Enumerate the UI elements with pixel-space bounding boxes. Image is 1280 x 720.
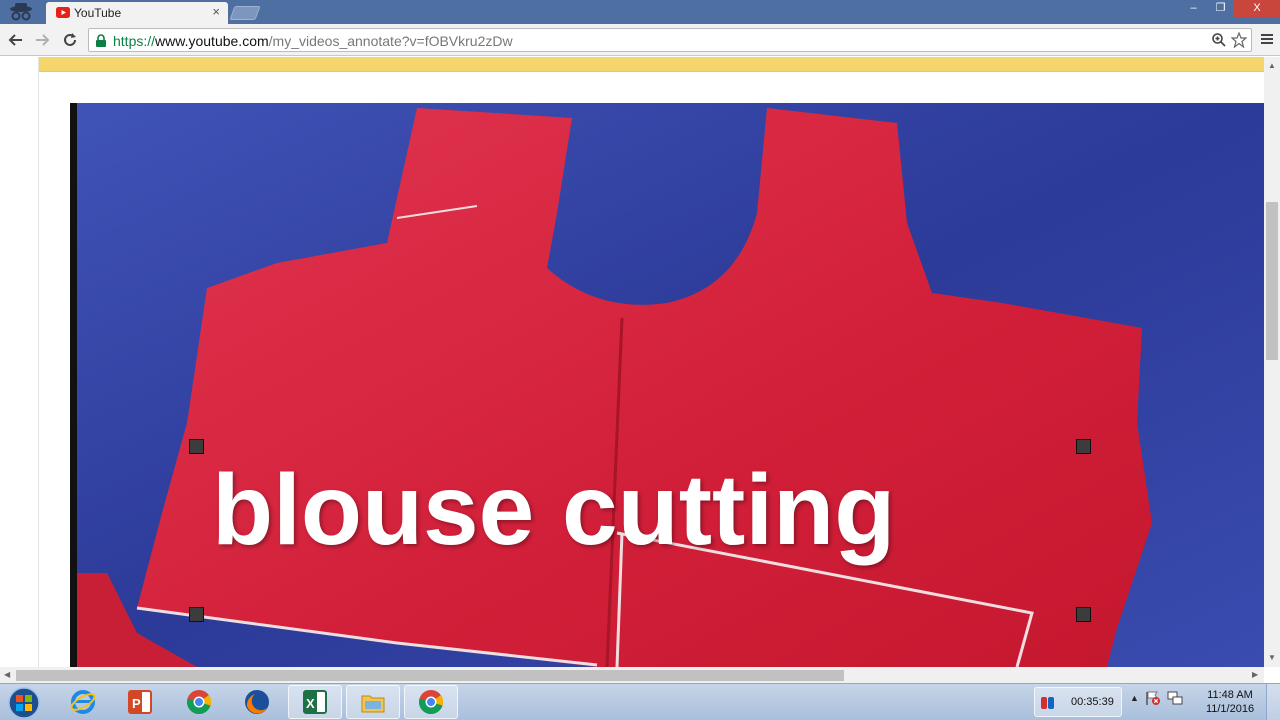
window-controls: – ❐ X	[1180, 0, 1280, 18]
internet-explorer-icon	[70, 690, 96, 714]
video-preview[interactable]: blouse cutting	[70, 103, 1264, 667]
flag-alert-icon[interactable]	[1145, 690, 1161, 706]
youtube-icon	[56, 7, 70, 18]
system-clock[interactable]: 11:48 AM 11/1/2016	[1200, 688, 1260, 716]
reload-button[interactable]	[60, 30, 80, 50]
scroll-left-icon[interactable]: ◀	[4, 670, 10, 679]
resize-handle-top-left[interactable]	[189, 439, 204, 454]
scroll-right-icon[interactable]: ▶	[1252, 670, 1258, 679]
lock-icon	[96, 34, 106, 47]
reload-icon	[64, 33, 76, 46]
chrome-menu-icon[interactable]	[1260, 32, 1274, 46]
powerpoint-icon: P	[128, 690, 152, 714]
notice-bar	[39, 57, 1264, 72]
chrome-icon	[187, 690, 212, 714]
video-frame-fabric	[77, 103, 1264, 667]
horizontal-scroll-thumb[interactable]	[16, 670, 844, 681]
taskbar-excel[interactable]: X	[288, 685, 342, 719]
vertical-scroll-thumb[interactable]	[1266, 202, 1278, 360]
scroll-up-icon[interactable]: ▲	[1268, 61, 1276, 70]
taskbar-internet-explorer[interactable]	[56, 685, 110, 719]
back-button[interactable]	[6, 30, 26, 50]
system-tray: ▲	[1130, 690, 1183, 706]
chrome-icon	[419, 690, 444, 714]
taskbar-file-explorer[interactable]	[346, 685, 400, 719]
back-arrow-icon	[8, 34, 22, 46]
show-hidden-icons-icon[interactable]: ▲	[1130, 693, 1139, 703]
firefox-icon	[245, 690, 269, 714]
new-tab-button[interactable]	[229, 6, 261, 20]
content-divider	[38, 57, 39, 667]
taskbar-chrome[interactable]	[172, 685, 226, 719]
taskbar-firefox[interactable]	[230, 685, 284, 719]
excel-icon: X	[303, 690, 327, 714]
vertical-scrollbar[interactable]: ▲ ▼	[1264, 57, 1280, 667]
tab-youtube[interactable]: YouTube ×	[46, 2, 228, 24]
folder-icon	[361, 695, 385, 713]
recorder-tray-widget[interactable]: 00:35:39	[1034, 687, 1122, 717]
taskbar-powerpoint[interactable]: P	[113, 685, 167, 719]
clock-time: 11:48 AM	[1207, 689, 1253, 701]
browser-toolbar: https://www.youtube.com/my_videos_annota…	[0, 24, 1280, 56]
recording-timer: 00:35:39	[1071, 696, 1114, 708]
windows-taskbar: P X 00:35:39 ▲ 11:48 AM 11/1/2016	[0, 683, 1280, 720]
clock-date: 11/1/2016	[1205, 703, 1255, 715]
maximize-button[interactable]: ❐	[1207, 0, 1234, 18]
bookmark-star-icon[interactable]	[1231, 32, 1247, 48]
tab-title: YouTube	[74, 6, 122, 20]
url-text: https://www.youtube.com/my_videos_annota…	[113, 33, 513, 49]
forward-arrow-icon	[36, 34, 50, 46]
forward-button[interactable]	[32, 30, 52, 50]
zoom-icon[interactable]	[1211, 32, 1227, 48]
url-host: www.youtube.com	[155, 33, 269, 49]
resize-handle-bottom-left[interactable]	[189, 607, 204, 622]
close-window-button[interactable]: X	[1234, 0, 1280, 18]
svg-text:X: X	[306, 696, 315, 711]
browser-tabstrip: YouTube × – ❐ X	[0, 0, 1280, 24]
network-icon[interactable]	[1167, 690, 1183, 706]
address-bar[interactable]: https://www.youtube.com/my_videos_annota…	[88, 28, 1252, 52]
incognito-icon	[10, 3, 32, 21]
resize-handle-bottom-right[interactable]	[1076, 607, 1091, 622]
url-path: /my_videos_annotate?v=fOBVkru2zDw	[268, 33, 513, 49]
screen: YouTube × – ❐ X https://www.youtube.com/…	[0, 0, 1280, 720]
page-content: blouse cutting	[0, 57, 1280, 667]
omnibox-actions	[1211, 32, 1247, 48]
scroll-down-icon[interactable]: ▼	[1268, 653, 1276, 662]
taskbar-chrome-active[interactable]	[404, 685, 458, 719]
show-desktop-button[interactable]	[1266, 684, 1280, 720]
horizontal-scrollbar[interactable]: ◀ ▶	[0, 667, 1264, 683]
tab-close-icon[interactable]: ×	[212, 5, 220, 19]
url-scheme: https://	[113, 33, 156, 49]
minimize-button[interactable]: –	[1180, 0, 1207, 18]
annotation-text[interactable]: blouse cutting	[212, 453, 895, 568]
resize-handle-top-right[interactable]	[1076, 439, 1091, 454]
recorder-icon	[1041, 697, 1054, 709]
start-button-icon[interactable]	[4, 686, 44, 720]
svg-text:P: P	[132, 696, 141, 711]
